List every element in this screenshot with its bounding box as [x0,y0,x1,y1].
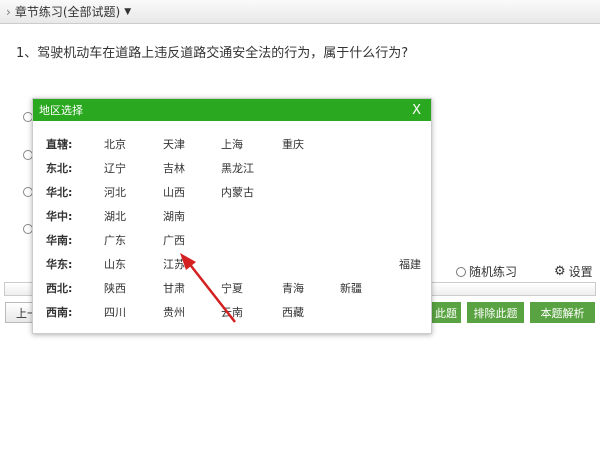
annotation-arrow [180,253,236,323]
arrow-shaft [187,261,236,323]
